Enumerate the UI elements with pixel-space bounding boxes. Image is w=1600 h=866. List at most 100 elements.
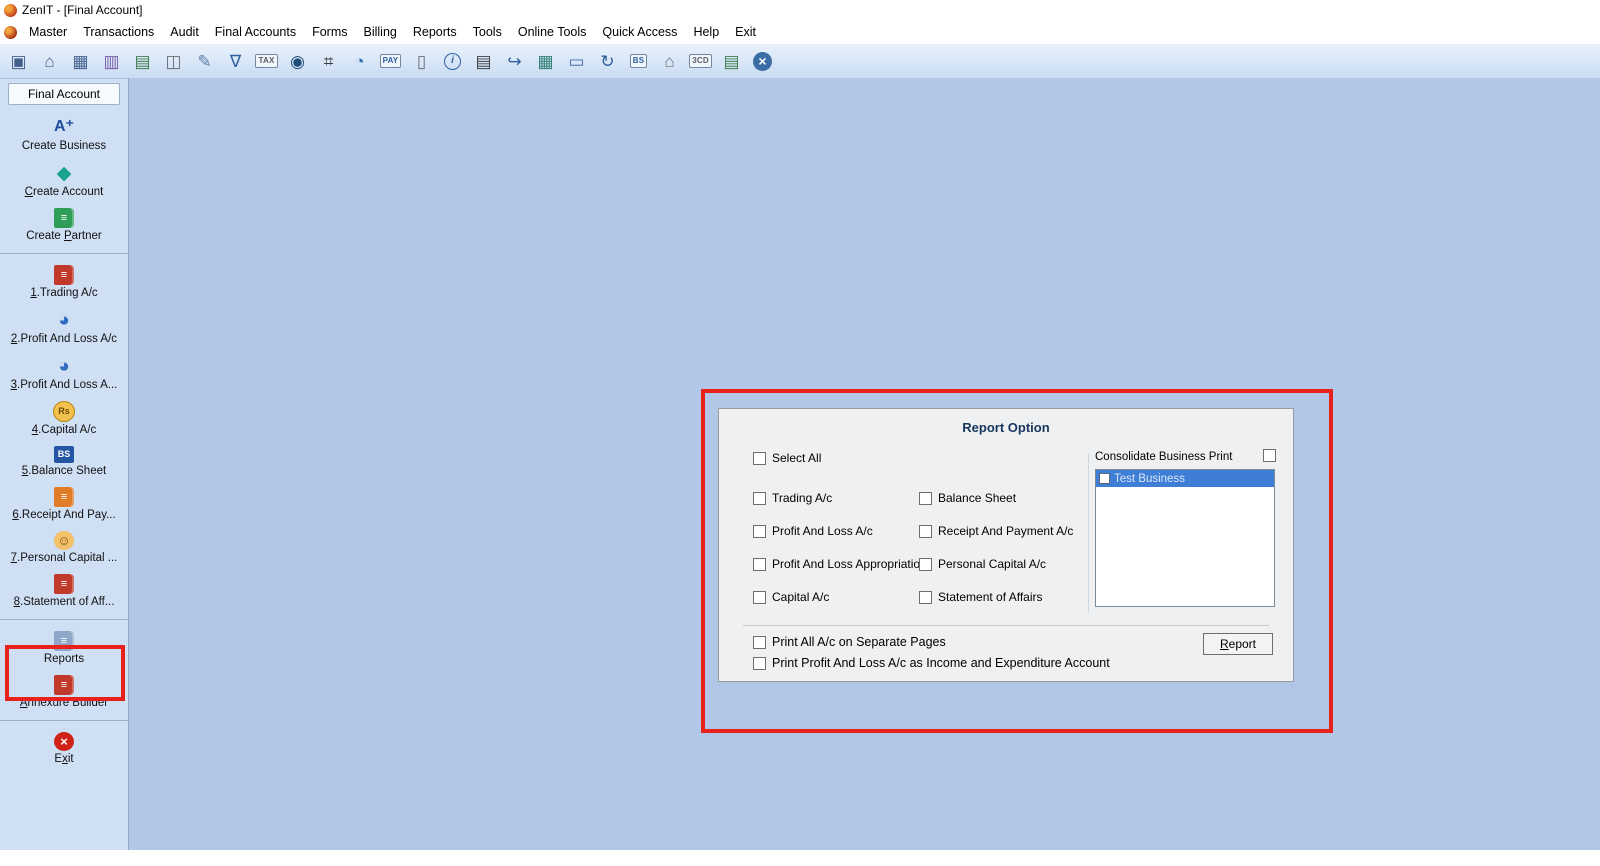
pen-tool-icon[interactable]: ✎ bbox=[191, 48, 218, 75]
new-window-icon[interactable]: ▣ bbox=[5, 48, 32, 75]
sidebar-item-1-trading-a-c[interactable]: ≡ 1.Trading A/c bbox=[0, 265, 128, 299]
menu-item-quick-access[interactable]: Quick Access bbox=[594, 22, 685, 42]
menu-item-audit[interactable]: Audit bbox=[162, 22, 207, 42]
menu-item-final-accounts[interactable]: Final Accounts bbox=[207, 22, 304, 42]
sidebar-item-create-business[interactable]: A⁺ Create Business bbox=[0, 116, 128, 153]
business-listbox[interactable]: Test Business bbox=[1095, 469, 1275, 607]
home-icon[interactable]: ⌂ bbox=[36, 48, 63, 75]
capital-coin-icon: Rs bbox=[53, 401, 75, 422]
filter-icon[interactable]: ∇ bbox=[222, 48, 249, 75]
profit-loss-appropriation-pie-icon: ◕ bbox=[58, 355, 70, 377]
menu-item-exit[interactable]: Exit bbox=[727, 22, 764, 42]
monitor-icon[interactable]: ▭ bbox=[563, 48, 590, 75]
sidebar-item-annexure-builder[interactable]: ≡ Annexure Builder bbox=[0, 675, 128, 709]
menu-item-online-tools[interactable]: Online Tools bbox=[510, 22, 595, 42]
print-option-label: Print All A/c on Separate Pages bbox=[772, 635, 946, 649]
audit-disc-icon[interactable]: ◉ bbox=[284, 48, 311, 75]
sidebar-item-exit[interactable]: × Exit bbox=[0, 732, 128, 765]
close-icon[interactable]: × bbox=[749, 48, 776, 75]
info-icon: i bbox=[444, 52, 461, 70]
users-group-icon[interactable]: ◫ bbox=[160, 48, 187, 75]
info-icon[interactable]: i bbox=[439, 48, 466, 75]
option-profit-and-loss-a-c[interactable]: Profit And Loss A/c bbox=[753, 524, 927, 538]
report-option-label: Balance Sheet bbox=[938, 491, 1017, 505]
schedule-icon: ▤ bbox=[134, 51, 151, 71]
dialog-separator bbox=[743, 625, 1269, 626]
bs-document-icon[interactable]: BS bbox=[625, 48, 652, 75]
3cd-document-icon[interactable]: 3CD bbox=[687, 48, 714, 75]
sidebar-item-create-partner[interactable]: ≡ Create Partner bbox=[0, 208, 128, 242]
report-options-right-column: Balance Sheet Receipt And Payment A/c Pe… bbox=[919, 491, 1073, 604]
business-item-checkbox[interactable] bbox=[1099, 473, 1110, 484]
pie-chart-icon[interactable]: ◔ bbox=[346, 48, 373, 75]
option-balance-sheet[interactable]: Balance Sheet bbox=[919, 491, 1073, 505]
menu-item-help[interactable]: Help bbox=[685, 22, 727, 42]
print-option-checkbox[interactable] bbox=[753, 656, 766, 670]
report-option-checkbox[interactable] bbox=[919, 590, 932, 604]
sidebar-item-label: Create Account bbox=[24, 186, 104, 198]
report-option-checkbox[interactable] bbox=[753, 557, 766, 571]
create-business-icon: A⁺ bbox=[54, 118, 74, 135]
report-button[interactable]: Report bbox=[1203, 633, 1273, 655]
report-option-checkbox[interactable] bbox=[753, 524, 766, 538]
tax-badge-icon[interactable]: TAX bbox=[253, 48, 280, 75]
app-icon bbox=[4, 3, 17, 17]
report-option-checkbox[interactable] bbox=[919, 557, 932, 571]
menu-item-tools[interactable]: Tools bbox=[465, 22, 510, 42]
sidebar-item-3-profit-and-loss-a[interactable]: ◕ 3.Profit And Loss A... bbox=[0, 355, 128, 392]
report-option-checkbox[interactable] bbox=[753, 491, 766, 505]
business-list-item-test-business[interactable]: Test Business bbox=[1096, 470, 1274, 487]
window-title: ZenIT - [Final Account] bbox=[22, 3, 143, 17]
report-option-checkbox[interactable] bbox=[919, 524, 932, 538]
sidebar-item-4-capital-a-c[interactable]: Rs 4.Capital A/c bbox=[0, 401, 128, 436]
schedule-icon[interactable]: ▤ bbox=[129, 48, 156, 75]
report-option-checkbox[interactable] bbox=[919, 491, 932, 505]
calculator-icon[interactable]: ⌗ bbox=[315, 48, 342, 75]
option-trading-a-c[interactable]: Trading A/c bbox=[753, 491, 927, 505]
consolidate-business-print-checkbox[interactable] bbox=[1263, 449, 1276, 462]
sidebar-group: × Exit bbox=[0, 720, 128, 776]
option-statement-of-affairs[interactable]: Statement of Affairs bbox=[919, 590, 1073, 604]
sidebar-item-5-balance-sheet[interactable]: BS 5.Balance Sheet bbox=[0, 446, 128, 477]
calendar-icon: ▦ bbox=[537, 51, 554, 71]
bank-icon[interactable]: ⌂ bbox=[656, 48, 683, 75]
menu-item-transactions[interactable]: Transactions bbox=[75, 22, 162, 42]
option-capital-a-c[interactable]: Capital A/c bbox=[753, 590, 927, 604]
ledger-table-icon[interactable]: ▦ bbox=[67, 48, 94, 75]
sidebar-item-2-profit-and-loss-a-c[interactable]: ◕ 2.Profit And Loss A/c bbox=[0, 309, 128, 346]
consolidate-business-print-label: Consolidate Business Print bbox=[1095, 451, 1233, 463]
export-document-icon: ↪ bbox=[507, 51, 522, 71]
refresh-icon[interactable]: ↻ bbox=[594, 48, 621, 75]
menu-bar: Master Transactions Audit Final Accounts For… bbox=[0, 20, 1600, 44]
bar-chart-icon[interactable]: ▥ bbox=[98, 48, 125, 75]
select-all-option[interactable]: Select All bbox=[753, 451, 821, 465]
sidebar-item-7-personal-capital[interactable]: ☺ 7.Personal Capital ... bbox=[0, 531, 128, 564]
tax-badge-icon: TAX bbox=[255, 54, 278, 68]
blank-document-icon[interactable]: ▯ bbox=[408, 48, 435, 75]
select-all-checkbox[interactable] bbox=[753, 451, 766, 465]
sidebar-item-reports[interactable]: ≡ Reports bbox=[0, 631, 128, 665]
epay-icon: PAY bbox=[379, 54, 402, 68]
report-option-checkbox[interactable] bbox=[753, 590, 766, 604]
sidebar-item-6-receipt-and-pay[interactable]: ≡ 6.Receipt And Pay... bbox=[0, 487, 128, 521]
option-profit-and-loss-appropriation[interactable]: Profit And Loss Appropriation bbox=[753, 557, 927, 571]
sidebar-item-create-account[interactable]: ◆ Create Account bbox=[0, 162, 128, 199]
option-print-profit-and-loss-a-c-as-income-and-expenditure-account[interactable]: Print Profit And Loss A/c as Income and … bbox=[753, 656, 1110, 670]
column-divider bbox=[1088, 453, 1089, 613]
report-document-icon[interactable]: ▤ bbox=[718, 48, 745, 75]
menu-item-forms[interactable]: Forms bbox=[304, 22, 355, 42]
option-print-all-a-c-on-separate-pages[interactable]: Print All A/c on Separate Pages bbox=[753, 635, 1110, 649]
sidebar-item-8-statement-of-aff[interactable]: ≡ 8.Statement of Aff... bbox=[0, 574, 128, 608]
option-personal-capital-a-c[interactable]: Personal Capital A/c bbox=[919, 557, 1073, 571]
export-document-icon[interactable]: ↪ bbox=[501, 48, 528, 75]
menu-item-master[interactable]: Master bbox=[21, 22, 75, 42]
calendar-icon[interactable]: ▦ bbox=[532, 48, 559, 75]
balance-sheet-icon: BS bbox=[54, 446, 74, 463]
option-receipt-and-payment-a-c[interactable]: Receipt And Payment A/c bbox=[919, 524, 1073, 538]
menu-item-reports[interactable]: Reports bbox=[405, 22, 465, 42]
print-option-checkbox[interactable] bbox=[753, 635, 766, 649]
calc-sheet-icon[interactable]: ▤ bbox=[470, 48, 497, 75]
sidebar-group: ≡ 1.Trading A/c ◕ 2.Profit And Loss A/c … bbox=[0, 253, 128, 619]
menu-item-billing[interactable]: Billing bbox=[356, 22, 405, 42]
epay-icon[interactable]: PAY bbox=[377, 48, 404, 75]
